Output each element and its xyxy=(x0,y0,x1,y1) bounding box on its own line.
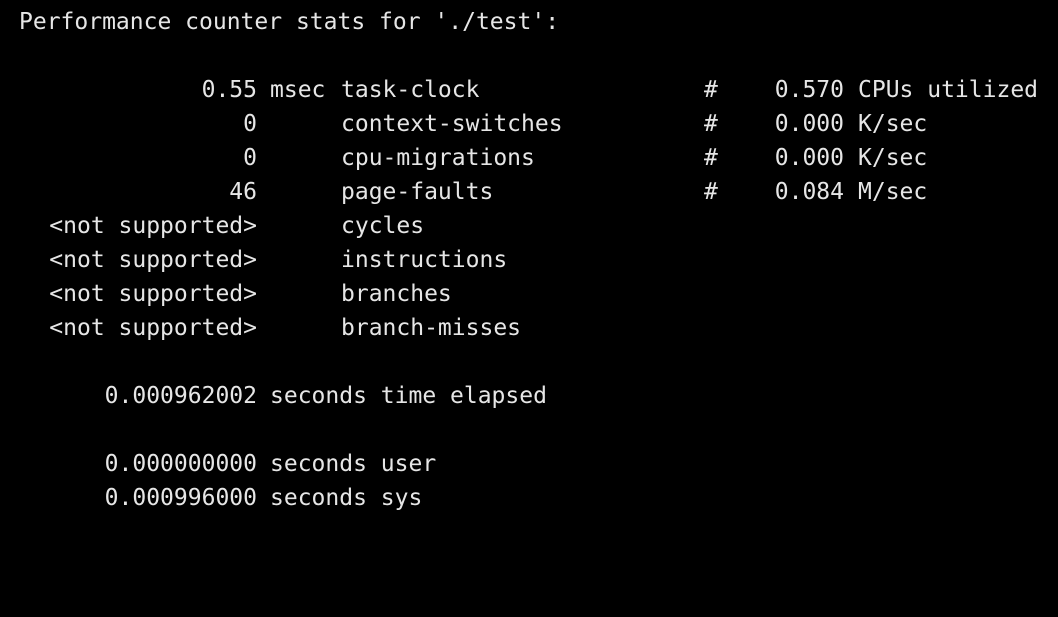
stats-header: Performance counter stats for './test': xyxy=(19,9,560,35)
time-user-line: 0.000000000 seconds user xyxy=(0,447,1058,481)
comment-hash: # xyxy=(704,179,718,205)
counter-row: <not supported> branches xyxy=(0,277,1058,311)
counter-event: instructions xyxy=(341,247,508,273)
terminal-window[interactable]: Performance counter stats for './test': … xyxy=(0,0,1058,526)
comment-hash: # xyxy=(704,145,718,171)
counter-event: branch-misses xyxy=(341,315,522,341)
time-user-value: 0.000000000 xyxy=(104,451,257,477)
counter-row: <not supported> branch-misses xyxy=(0,311,1058,345)
counter-value: 0 xyxy=(243,111,257,137)
counter-row: <not supported> instructions xyxy=(0,243,1058,277)
counter-value: <not supported> xyxy=(49,281,257,307)
time-sys-label: seconds sys xyxy=(270,485,423,511)
counter-metric-desc: K/sec xyxy=(858,145,928,171)
counter-metric: 0.570 xyxy=(774,77,844,103)
counter-event: cpu-migrations xyxy=(341,145,535,171)
time-user-label: seconds user xyxy=(270,451,437,477)
counter-metric-desc: M/sec xyxy=(858,179,928,205)
time-sys-line: 0.000996000 seconds sys xyxy=(0,481,1058,515)
counter-row: 46 page-faults # 0.084 M/sec xyxy=(0,175,1058,209)
time-elapsed-line: 0.000962002 seconds time elapsed xyxy=(0,379,1058,413)
counter-value: 0.55 xyxy=(201,77,257,103)
counter-row: <not supported> cycles xyxy=(0,209,1058,243)
counter-metric: 0.000 xyxy=(774,111,844,137)
counter-unit: msec xyxy=(270,77,326,103)
counter-value: 0 xyxy=(243,145,257,171)
counter-metric-desc: CPUs utilized xyxy=(858,77,1039,103)
counter-value: <not supported> xyxy=(49,247,257,273)
counter-metric: 0.084 xyxy=(774,179,844,205)
counter-value: <not supported> xyxy=(49,315,257,341)
time-elapsed-label: seconds time elapsed xyxy=(270,383,547,409)
counter-metric: 0.000 xyxy=(774,145,844,171)
counter-event: cycles xyxy=(341,213,425,239)
time-sys-value: 0.000996000 xyxy=(104,485,257,511)
time-elapsed-value: 0.000962002 xyxy=(104,383,257,409)
counter-metric-desc: K/sec xyxy=(858,111,928,137)
counter-event: branches xyxy=(341,281,452,307)
counter-event: context-switches xyxy=(341,111,563,137)
counter-event: page-faults xyxy=(341,179,494,205)
counter-value: 46 xyxy=(229,179,257,205)
counter-value: <not supported> xyxy=(49,213,257,239)
comment-hash: # xyxy=(704,111,718,137)
stats-header-line: Performance counter stats for './test': xyxy=(0,5,1058,39)
counter-row: 0.55 msec task-clock # 0.570 CPUs utiliz… xyxy=(0,73,1058,107)
counter-row: 0 cpu-migrations # 0.000 K/sec xyxy=(0,141,1058,175)
comment-hash: # xyxy=(704,77,718,103)
counter-event: task-clock xyxy=(341,77,480,103)
counter-row: 0 context-switches # 0.000 K/sec xyxy=(0,107,1058,141)
